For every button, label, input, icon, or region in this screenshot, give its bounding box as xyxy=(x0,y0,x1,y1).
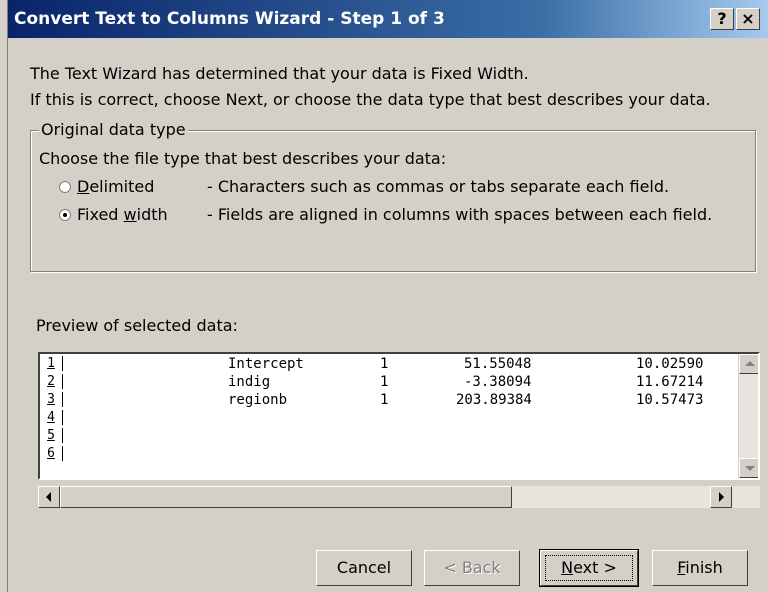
original-data-type-group: Original data type Choose the file type … xyxy=(30,120,756,272)
preview-grid: 1 2 3 4 5 6 Intercept 1 51.55048 10.0259… xyxy=(40,354,740,478)
close-button[interactable]: × xyxy=(736,8,760,30)
scroll-right-button[interactable] xyxy=(710,486,732,508)
group-label: Original data type xyxy=(39,120,188,139)
cell-estimate: 51.55048 xyxy=(464,356,532,372)
cell-name: indig xyxy=(228,374,271,390)
row-number: 2 xyxy=(40,374,63,389)
help-button[interactable]: ? xyxy=(710,8,734,30)
close-icon: × xyxy=(741,9,755,28)
row-number: 3 xyxy=(40,392,63,407)
cell-estimate: 203.89384 xyxy=(456,392,532,408)
intro-line-1: The Text Wizard has determined that your… xyxy=(30,64,529,83)
help-icon: ? xyxy=(717,9,727,28)
row-number: 1 xyxy=(40,356,63,371)
cell-se: 10.57473 xyxy=(636,392,704,408)
cell-df: 1 xyxy=(380,356,389,372)
title-bar[interactable]: Convert Text to Columns Wizard - Step 1 … xyxy=(8,0,768,38)
cell-df: 1 xyxy=(380,374,389,390)
radio-button-icon[interactable] xyxy=(59,181,71,193)
wizard-dialog: Convert Text to Columns Wizard - Step 1 … xyxy=(0,0,768,592)
fixed-width-description: - Fields are aligned in columns with spa… xyxy=(207,205,713,224)
row-number: 4 xyxy=(40,410,63,425)
next-button[interactable]: Next > xyxy=(539,549,639,587)
cell-se: 11.67214 xyxy=(636,374,704,390)
radio-option-fixed-width[interactable]: Fixed width xyxy=(59,205,199,227)
scroll-down-button[interactable] xyxy=(739,458,758,478)
data-type-prompt: Choose the file type that best describes… xyxy=(39,149,447,168)
radio-label-delimited: Delimited xyxy=(77,177,155,196)
window-title: Convert Text to Columns Wizard - Step 1 … xyxy=(14,9,445,29)
cell-estimate: -3.38094 xyxy=(464,374,532,390)
focus-rectangle xyxy=(545,555,633,581)
back-button[interactable]: < Back xyxy=(424,550,520,586)
scroll-left-button[interactable] xyxy=(38,486,60,508)
cancel-button[interactable]: Cancel xyxy=(316,550,412,586)
horizontal-scrollbar[interactable] xyxy=(38,486,760,508)
scroll-up-button[interactable] xyxy=(739,354,758,374)
radio-button-selected-icon[interactable] xyxy=(59,209,71,221)
dialog-body: The Text Wizard has determined that your… xyxy=(8,38,768,592)
radio-label-fixed-width: Fixed width xyxy=(77,205,168,224)
cell-df: 1 xyxy=(380,392,389,408)
arrow-up-icon xyxy=(745,361,755,366)
intro-line-2: If this is correct, choose Next, or choo… xyxy=(30,90,711,109)
arrow-right-icon xyxy=(719,492,724,502)
vertical-scrollbar[interactable] xyxy=(738,354,758,478)
horizontal-scroll-thumb[interactable] xyxy=(60,486,512,508)
data-preview[interactable]: 1 2 3 4 5 6 Intercept 1 51.55048 10.0259… xyxy=(38,352,760,480)
cell-se: 10.02590 xyxy=(636,356,704,372)
radio-option-delimited[interactable]: Delimited xyxy=(59,177,185,199)
arrow-left-icon xyxy=(46,492,51,502)
row-number: 6 xyxy=(40,446,63,461)
delimited-description: - Characters such as commas or tabs sepa… xyxy=(207,177,670,196)
row-number: 5 xyxy=(40,428,63,443)
preview-label: Preview of selected data: xyxy=(36,316,238,335)
window-left-edge xyxy=(0,0,8,592)
arrow-down-icon xyxy=(745,466,755,471)
cell-name: Intercept xyxy=(228,356,304,372)
cell-name: regionb xyxy=(228,392,288,408)
finish-button[interactable]: Finish xyxy=(652,550,748,586)
